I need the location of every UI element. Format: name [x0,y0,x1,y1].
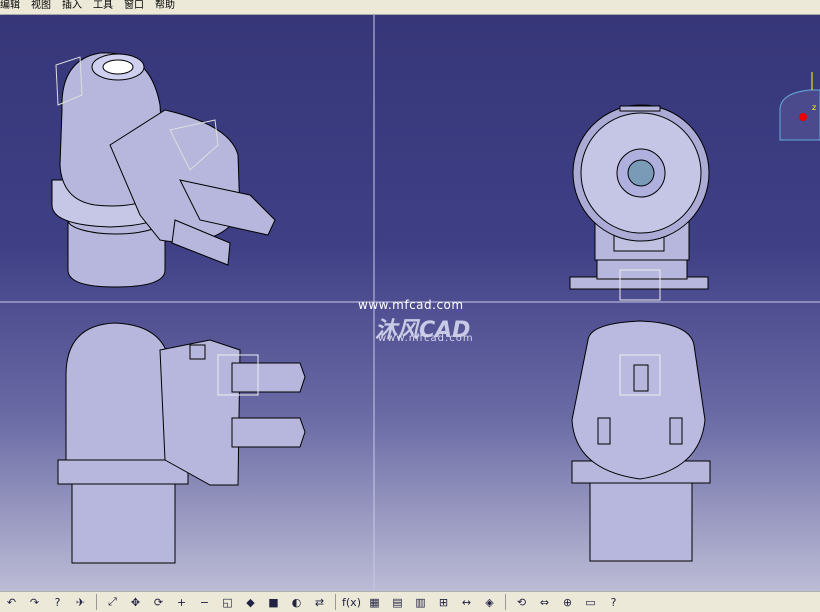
hide-show-icon[interactable]: ◐ [287,593,306,611]
shading-icon[interactable]: ■ [264,593,283,611]
update-icon[interactable]: ⟲ [512,593,531,611]
formula-icon[interactable]: f(x) [342,593,361,611]
toolbar-separator [335,594,336,610]
compass-icon[interactable]: ⊕ [558,593,577,611]
pan-icon[interactable]: ✥ [126,593,145,611]
hierarchy-icon[interactable]: ⊞ [434,593,453,611]
whats-this-icon[interactable]: ? [48,593,67,611]
watermark-url-bottom: www.mfcad.com [378,333,474,344]
drawing-viewport[interactable]: z www.mfcad.com 沐风CAD www.mfcad.com [0,15,820,591]
iso-view-icon[interactable]: ◆ [241,593,260,611]
menu-tools[interactable]: 工具 [87,0,118,14]
menu-help[interactable]: 帮助 [149,0,180,14]
apply-material-icon[interactable]: ◈ [480,593,499,611]
measure-icon[interactable]: ↔ [457,593,476,611]
menu-edit[interactable]: 编辑 [0,0,25,14]
compass-widget: z [779,72,820,141]
top-view-plug [571,320,711,562]
table-icon[interactable]: ▥ [411,593,430,611]
normal-view-icon[interactable]: ◱ [218,593,237,611]
toolbar-separator [96,594,97,610]
zoom-in-icon[interactable]: + [172,593,191,611]
menu-window[interactable]: 窗口 [118,0,149,14]
help-icon[interactable]: ? [604,593,623,611]
side-view-plug [57,322,306,564]
redo-icon[interactable]: ↷ [25,593,44,611]
fit-all-icon[interactable]: ⤢ [103,593,122,611]
menu-view[interactable]: 视图 [25,0,56,14]
menu-bar: 编辑 视图 插入 工具 窗口 帮助 [0,0,820,15]
measure-between-icon[interactable]: ⇔ [535,593,554,611]
iso-view-plug [51,52,276,288]
swap-space-icon[interactable]: ⇄ [310,593,329,611]
front-view-plug [569,104,710,301]
rotate-icon[interactable]: ⟳ [149,593,168,611]
design-table-icon[interactable]: ▦ [365,593,384,611]
undo-icon[interactable]: ↶ [2,593,21,611]
zoom-out-icon[interactable]: − [195,593,214,611]
compass-z-label: z [812,103,816,112]
toolbar-separator [505,594,506,610]
capture-icon[interactable]: ▭ [581,593,600,611]
menu-insert[interactable]: 插入 [56,0,87,14]
fly-icon[interactable]: ✈ [71,593,90,611]
parameters-icon[interactable]: ▤ [388,593,407,611]
watermark-url-top: www.mfcad.com [358,298,464,312]
bottom-toolbar: ↶ ↷? ✈ ⤢ ✥ ⟳ + − ◱ ◆ ■ ◐ ⇄ f(x) ▦ ▤ ▥ ⊞ ↔ ◈ ⟲ ⇔ ⊕ ▭? [0,591,820,612]
